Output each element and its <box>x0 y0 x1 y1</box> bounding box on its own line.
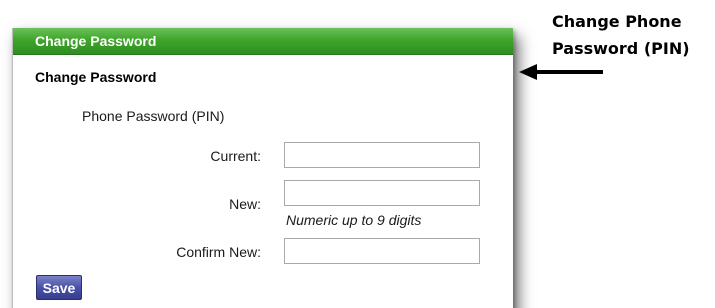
change-password-panel: Change Password Change Password Phone Pa… <box>12 28 513 308</box>
new-password-input[interactable] <box>284 180 480 206</box>
callout-line-1: Change Phone <box>552 12 682 31</box>
confirm-new-label: Confirm New: <box>176 244 261 260</box>
arrow-left-icon <box>519 64 603 80</box>
panel-header-title: Change Password <box>35 33 157 49</box>
new-label: New: <box>229 196 261 212</box>
callout-annotation: Change Phone Password (PIN) <box>552 8 712 62</box>
screenshot-stage: Change Password Change Password Phone Pa… <box>0 0 715 308</box>
current-password-input[interactable] <box>284 142 480 168</box>
current-label: Current: <box>210 148 261 164</box>
callout-line-2: Password (PIN) <box>552 39 690 58</box>
phone-password-label: Phone Password (PIN) <box>82 108 225 124</box>
confirm-new-password-input[interactable] <box>284 238 480 264</box>
save-button[interactable]: Save <box>36 275 82 300</box>
panel-header: Change Password <box>13 28 513 55</box>
new-password-hint: Numeric up to 9 digits <box>286 212 422 228</box>
section-title: Change Password <box>35 69 157 85</box>
